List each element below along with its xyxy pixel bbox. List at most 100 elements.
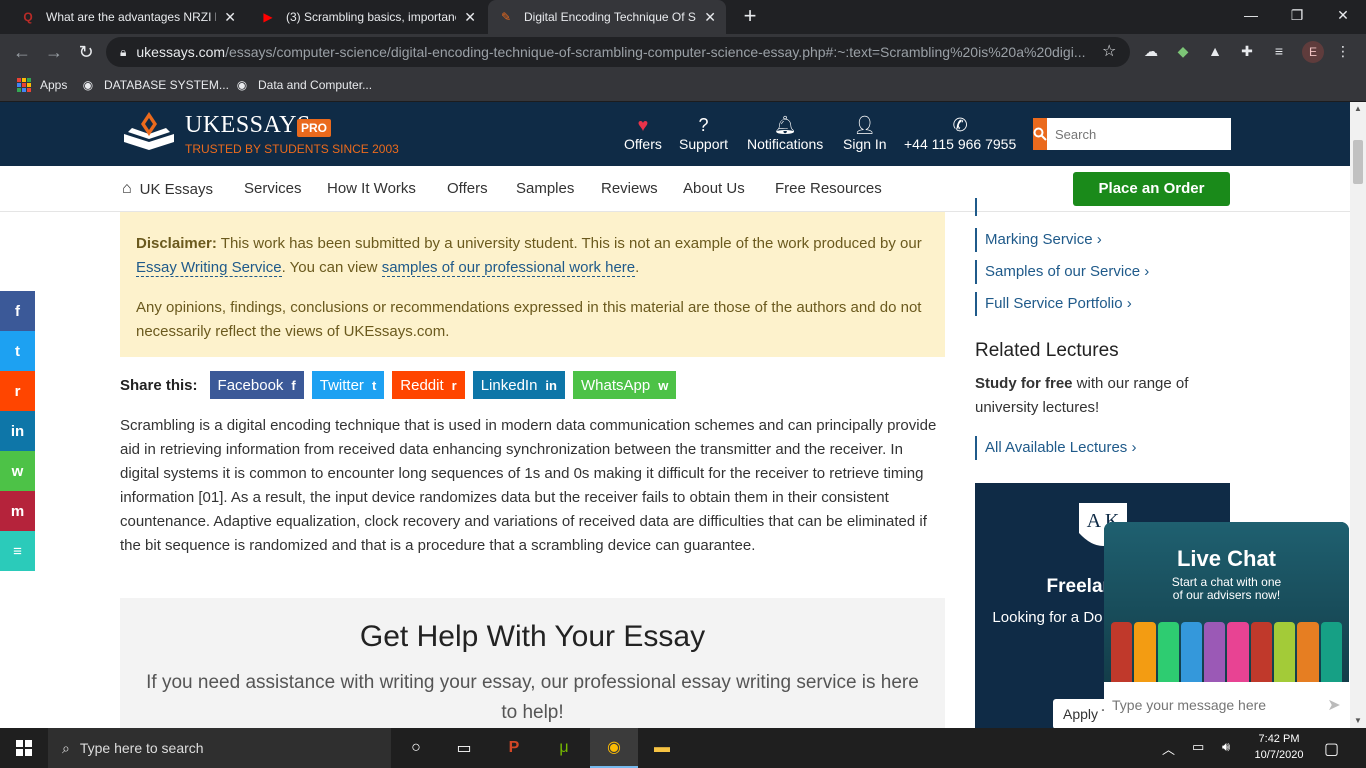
notifications-icon[interactable]: ▢ [1324, 739, 1339, 759]
chevron-right-icon: › [1144, 263, 1150, 280]
volume-icon[interactable]: 🔊︎ [1222, 739, 1230, 755]
close-window-button[interactable]: ✕ [1320, 0, 1366, 30]
reload-icon[interactable]: ↻ [74, 40, 98, 64]
share-twitter-button[interactable]: Twitter t [311, 371, 385, 399]
books-illustration [1110, 608, 1343, 682]
header-offers-label: Offers [624, 136, 662, 152]
reddit-icon[interactable]: r [0, 371, 35, 411]
close-tab-icon[interactable]: ✕ [224, 9, 236, 26]
page-scrollbar[interactable]: ▲ ▼ [1350, 102, 1366, 728]
sidebar-link-samples[interactable]: Samples of our Service › [975, 260, 1149, 284]
scroll-up-icon[interactable]: ▲ [1350, 102, 1366, 116]
whatsapp-icon[interactable]: w [0, 451, 35, 491]
powerpoint-icon[interactable]: P [490, 728, 538, 768]
forward-icon[interactable]: → [42, 40, 66, 64]
scrollbar-thumb[interactable] [1353, 140, 1363, 184]
live-chat-widget[interactable]: Live Chat Start a chat with one of our a… [1104, 522, 1349, 728]
taskbar-search[interactable]: ⌕ Type here to search [48, 728, 391, 768]
restore-button[interactable]: ❐ [1274, 0, 1320, 30]
minimize-button[interactable]: — [1228, 0, 1274, 30]
header-phone[interactable]: ✆ +44 115 966 7955 [904, 114, 1016, 152]
search-icon[interactable] [1033, 118, 1047, 150]
close-tab-icon[interactable]: ✕ [704, 9, 716, 26]
back-icon[interactable]: ← [10, 40, 34, 64]
media-playlist-icon[interactable]: ≡ [1270, 42, 1288, 60]
brand-tagline: TRUSTED BY STUDENTS SINCE 2003 [185, 142, 399, 156]
profile-avatar[interactable]: E [1302, 41, 1324, 63]
bookmark-apps[interactable]: Apps [16, 77, 67, 93]
bookmark-icon[interactable]: ≡ [0, 531, 35, 571]
close-tab-icon[interactable]: ✕ [464, 9, 476, 26]
ukessays-logo-icon[interactable] [120, 110, 178, 154]
twitter-icon[interactable]: t [0, 331, 35, 371]
mendeley-icon[interactable]: m [0, 491, 35, 531]
disclaimer-label: Disclaimer: [136, 235, 217, 252]
essay-writing-service-link[interactable]: Essay Writing Service [136, 259, 282, 277]
samples-link[interactable]: samples of our professional work here [381, 259, 636, 277]
browser-tab-3[interactable]: ✎ Digital Encoding Technique Of Sc ✕ [488, 0, 726, 34]
share-linkedin-button[interactable]: LinkedIn in [472, 371, 565, 399]
extensions-puzzle-icon[interactable]: ✚ [1238, 42, 1256, 60]
header-notifications[interactable]: 🔔︎ Notifications [747, 114, 823, 152]
nav-how-it-works[interactable]: How It Works [327, 180, 416, 197]
facebook-icon[interactable]: f [0, 291, 35, 331]
header-offers[interactable]: ♥ Offers [624, 114, 662, 152]
nav-free-resources[interactable]: Free Resources [775, 180, 882, 197]
file-explorer-icon[interactable]: ▬ [638, 728, 686, 768]
send-icon[interactable]: ➤ [1319, 695, 1349, 715]
nav-offers[interactable]: Offers [447, 180, 488, 197]
address-bar[interactable]: 🔒︎ ukessays.com /essays/computer-science… [106, 37, 1130, 67]
browser-tab-1[interactable]: Q What are the advantages NRZI ha ✕ [10, 0, 246, 34]
share-twitter-label: Twitter [319, 376, 364, 394]
bookmark-data-and-computer[interactable]: ◉ Data and Computer... [234, 77, 372, 93]
heart-icon: ♥ [637, 115, 649, 135]
header-sign-in-label: Sign In [843, 136, 887, 152]
new-tab-button[interactable]: + [738, 5, 762, 29]
windows-start-icon[interactable] [0, 728, 48, 768]
share-facebook-button[interactable]: Facebook f [209, 371, 304, 399]
bookmark-star-icon[interactable]: ☆ [1102, 41, 1116, 61]
header-support[interactable]: ? Support [679, 114, 728, 152]
extension-cloud-icon[interactable]: ☁ [1142, 42, 1160, 60]
header-notifications-label: Notifications [747, 136, 824, 152]
sidebar-link-marking-service[interactable]: Marking Service › [975, 228, 1102, 252]
sidebar-link-all-lectures[interactable]: All Available Lectures › [975, 436, 1136, 460]
get-help-title: Get Help With Your Essay [359, 620, 706, 653]
disclaimer-sentence: This work has been submitted by a univer… [220, 235, 922, 252]
brand-name[interactable]: UKESSAYS [185, 112, 311, 139]
nav-services[interactable]: Services [244, 180, 302, 197]
nav-uk-essays[interactable]: ⌂ UK Essays [122, 180, 213, 198]
extension-drive-icon[interactable]: ▲ [1206, 42, 1224, 60]
get-help-text: If you need assistance with writing your… [146, 672, 919, 723]
chrome-icon[interactable]: ◉ [590, 728, 638, 768]
scroll-down-icon[interactable]: ▼ [1350, 714, 1366, 728]
search-input[interactable] [1047, 118, 1231, 150]
chat-message-input[interactable] [1104, 685, 1319, 725]
taskbar-clock[interactable]: 7:42 PM 10/7/2020 [1252, 731, 1306, 763]
sidebar-link-portfolio[interactable]: Full Service Portfolio › [975, 292, 1132, 316]
browser-tab-2[interactable]: ▶ (3) Scrambling basics, importance ✕ [250, 0, 486, 34]
windows-taskbar: ⌕ Type here to search ○ ▭ P μ ◉ ▬ ︿ ▭ 🔊︎… [0, 728, 1366, 768]
browser-tab-strip: Q What are the advantages NRZI ha ✕ ▶ (3… [0, 0, 1366, 34]
cortana-icon[interactable]: ○ [392, 728, 440, 768]
menu-kebab-icon[interactable]: ⋮ [1334, 42, 1352, 60]
share-reddit-button[interactable]: Reddit r [392, 371, 465, 399]
task-view-icon[interactable]: ▭ [440, 728, 488, 768]
place-order-button[interactable]: Place an Order [1073, 172, 1230, 206]
related-lectures-heading: Related Lectures [975, 340, 1119, 361]
pro-badge: PRO [297, 119, 332, 137]
nav-about-us[interactable]: About Us [683, 180, 745, 197]
bell-icon: 🔔︎ [773, 115, 797, 135]
battery-icon[interactable]: ▭ [1192, 739, 1204, 755]
site-search [1033, 118, 1231, 150]
share-whatsapp-button[interactable]: WhatsApp w [572, 371, 677, 399]
bookmark-database-system[interactable]: ◉ DATABASE SYSTEM... [80, 77, 229, 93]
extension-colorful-icon[interactable]: ◆ [1174, 42, 1192, 60]
nav-reviews[interactable]: Reviews [601, 180, 658, 197]
linkedin-icon[interactable]: in [0, 411, 35, 451]
nav-samples[interactable]: Samples [516, 180, 574, 197]
utorrent-icon[interactable]: μ [540, 728, 588, 768]
show-hidden-icons-chevron-icon[interactable]: ︿ [1162, 739, 1175, 758]
share-facebook-label: Facebook [217, 376, 284, 394]
header-sign-in[interactable]: 👤︎ Sign In [843, 114, 887, 152]
